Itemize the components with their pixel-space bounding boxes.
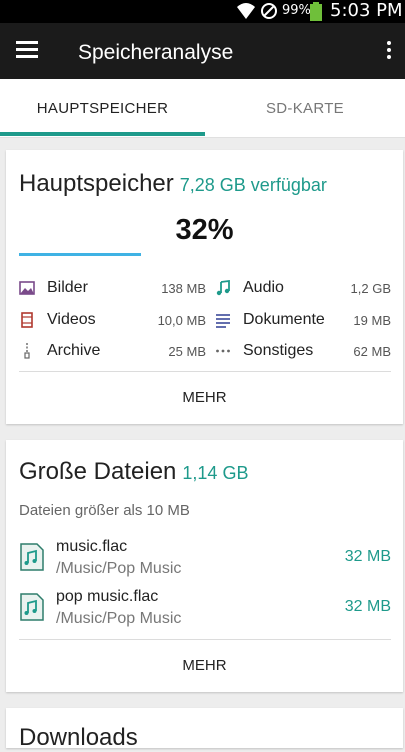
divider	[19, 639, 391, 640]
category-label: Videos	[47, 311, 96, 328]
large-files-description: Dateien größer als 10 MB	[19, 502, 190, 519]
file-name: pop music.flac	[56, 588, 159, 605]
used-percent: 32%	[175, 214, 234, 246]
more-button[interactable]: MEHR	[6, 389, 403, 406]
category-label: Archive	[47, 342, 101, 359]
battery-icon	[310, 2, 322, 21]
file-name: music.flac	[56, 538, 128, 555]
archive-zipper-icon	[24, 343, 30, 359]
file-size: 32 MB	[344, 548, 391, 565]
active-tab-indicator	[0, 132, 205, 136]
downloads-title: Downloads	[19, 724, 138, 751]
more-button[interactable]: MEHR	[6, 657, 403, 674]
tab-sd-card[interactable]: SD-KARTE	[205, 79, 405, 137]
storage-progress-bar	[19, 253, 141, 256]
app-toolbar: Speicheranalyse	[0, 23, 405, 79]
film-icon	[21, 312, 33, 328]
ellipsis-icon	[216, 349, 230, 353]
file-path: /Music/Pop Music	[56, 560, 182, 577]
music-note-icon	[216, 280, 230, 296]
category-row-documents[interactable]: Dokumente 19 MB	[215, 309, 391, 333]
large-files-heading: Große Dateien 1,14 GB	[19, 458, 248, 486]
category-size: 138 MB	[161, 281, 206, 296]
wifi-icon	[237, 3, 255, 19]
status-bar: 99% 5:03 PM	[0, 0, 405, 23]
large-files-card: Große Dateien 1,14 GB Dateien größer als …	[6, 440, 403, 692]
clock: 5:03 PM	[330, 0, 403, 21]
page-title: Speicheranalyse	[78, 41, 234, 64]
category-label: Audio	[243, 279, 284, 296]
category-row-audio[interactable]: Audio 1,2 GB	[215, 277, 391, 301]
large-files-total: 1,14 GB	[182, 463, 249, 483]
category-row-videos[interactable]: Videos 10,0 MB	[19, 309, 206, 333]
audio-file-icon	[20, 593, 44, 621]
storage-tabs: HAUPTSPEICHER SD-KARTE	[0, 79, 405, 138]
file-row[interactable]: music.flac /Music/Pop Music 32 MB	[19, 538, 391, 582]
main-storage-title: Hauptspeicher	[19, 170, 174, 197]
category-label: Sonstiges	[243, 342, 314, 359]
audio-file-icon	[20, 543, 44, 571]
category-size: 62 MB	[353, 344, 391, 359]
category-row-images[interactable]: Bilder 138 MB	[19, 277, 206, 301]
tab-main-storage[interactable]: HAUPTSPEICHER	[0, 79, 205, 137]
category-label: Bilder	[47, 279, 88, 296]
category-label: Dokumente	[243, 311, 325, 328]
category-size: 25 MB	[168, 344, 206, 359]
large-files-title: Große Dateien	[19, 458, 177, 485]
category-size: 10,0 MB	[157, 313, 206, 328]
category-row-other[interactable]: Sonstiges 62 MB	[215, 340, 391, 364]
file-row[interactable]: pop music.flac /Music/Pop Music 32 MB	[19, 588, 391, 632]
divider	[19, 371, 391, 372]
main-storage-card: Hauptspeicher 7,28 GB verfügbar 32% Bilde…	[6, 150, 403, 424]
image-icon	[19, 281, 35, 295]
downloads-card: Downloads	[6, 708, 403, 751]
overflow-menu-icon[interactable]	[382, 41, 396, 63]
document-lines-icon	[216, 314, 230, 328]
category-size: 1,2 GB	[350, 281, 391, 296]
available-space: 7,28 GB verfügbar	[179, 175, 327, 195]
main-storage-heading: Hauptspeicher 7,28 GB verfügbar	[19, 170, 327, 198]
battery-percent: 99%	[282, 3, 311, 18]
file-path: /Music/Pop Music	[56, 610, 182, 627]
do-not-disturb-icon	[261, 3, 277, 19]
hamburger-menu-icon[interactable]	[16, 41, 38, 59]
file-size: 32 MB	[344, 598, 391, 615]
category-row-archives[interactable]: Archive 25 MB	[19, 340, 206, 364]
category-size: 19 MB	[353, 313, 391, 328]
